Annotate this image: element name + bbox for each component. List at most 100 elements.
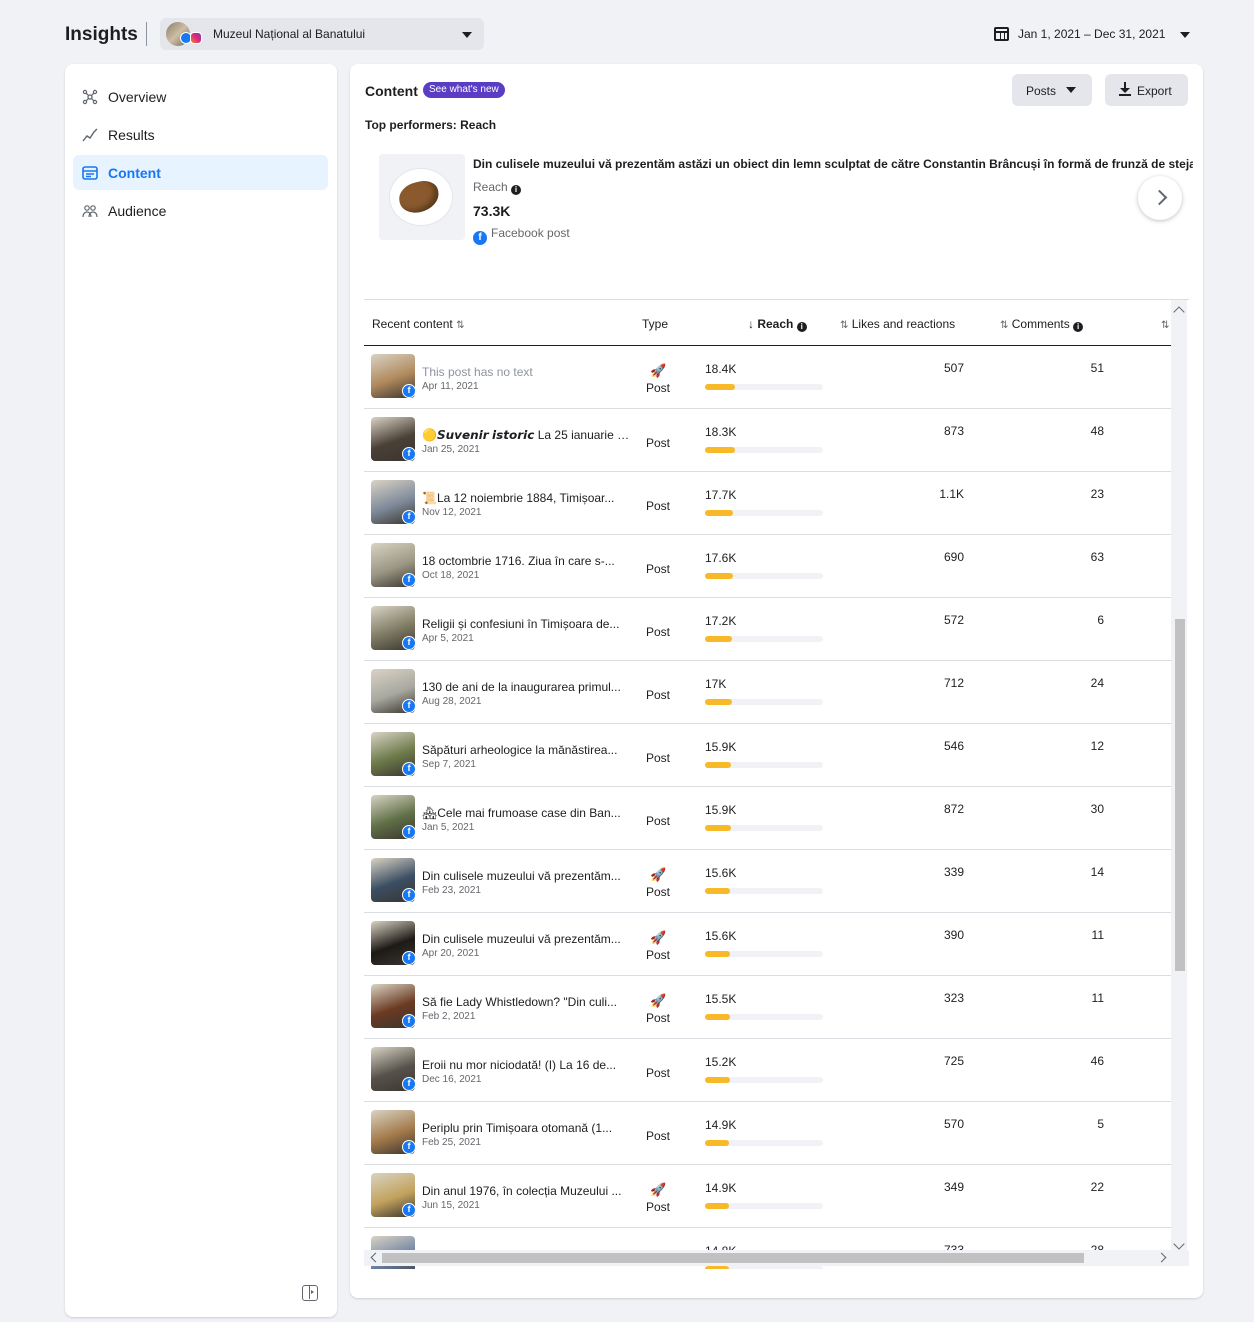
boost-icon: 🚀	[650, 867, 667, 882]
post-title[interactable]: Religii și confesiuni în Timișoara de...	[422, 617, 630, 631]
scroll-down-icon[interactable]	[1173, 1238, 1185, 1250]
post-title[interactable]: 18 octombrie 1716. Ziua în care s-...	[422, 554, 630, 568]
reach-bar	[705, 762, 823, 768]
likes-value: 323	[943, 991, 964, 1005]
likes-value: 572	[943, 613, 964, 627]
top-post-thumbnail[interactable]	[379, 154, 465, 240]
post-title[interactable]: 🏘Cele mai frumoase case din Ban...	[422, 806, 630, 820]
column-reach[interactable]: ↓ Reach i	[748, 317, 807, 332]
export-button[interactable]: Export	[1105, 74, 1188, 106]
info-icon[interactable]: i	[796, 322, 807, 332]
table-row[interactable]: f Din culisele muzeului vă prezentăm... Fe…	[364, 850, 1172, 913]
comments-value: 6	[1097, 613, 1104, 627]
post-date: Nov 12, 2021	[422, 507, 482, 518]
comments-value: 24	[1090, 676, 1104, 690]
table-row[interactable]: f Eroii nu mor niciodată! (I) La 16 de...…	[364, 1039, 1172, 1102]
comments-value: 30	[1090, 802, 1104, 816]
collapse-sidebar-icon[interactable]	[302, 1285, 318, 1301]
scroll-right-icon[interactable]	[1156, 1252, 1167, 1263]
post-date: Jan 5, 2021	[422, 822, 475, 833]
table-row[interactable]: f 📜La 12 noiembrie 1884, Timișoar... Nov 1…	[364, 472, 1172, 535]
table-row[interactable]: f Săpături arheologice la mănăstirea... Se…	[364, 724, 1172, 787]
likes-value: 546	[943, 739, 964, 753]
likes-value: 1.1K	[939, 487, 964, 501]
post-title[interactable]: Eroii nu mor niciodată! (I) La 16 de...	[422, 1058, 630, 1072]
table-row[interactable]: f 130 de ani de la inaugurarea primul... A…	[364, 661, 1172, 724]
info-icon[interactable]: i	[511, 185, 522, 195]
reach-bar-fill	[705, 1140, 729, 1146]
table-row[interactable]: f This post has no text Apr 11, 2021 🚀 Post 1…	[364, 346, 1172, 409]
sidebar-item-label: Content	[108, 165, 161, 181]
reach-bar	[705, 573, 823, 579]
likes-value: 570	[943, 1117, 964, 1131]
facebook-icon: f	[402, 699, 416, 713]
carousel-next-button[interactable]	[1138, 176, 1182, 220]
post-title[interactable]: 🟡𝙎𝙪𝙫𝙚𝙣𝙞𝙧 𝙞𝙨𝙩𝙤𝙧𝙞𝙘 La 25 ianuarie 1...	[422, 428, 630, 442]
scrollbar-thumb[interactable]	[1175, 619, 1185, 971]
post-date: Feb 23, 2021	[422, 885, 481, 896]
post-title[interactable]: Periplu prin Timișoara otomană (1...	[422, 1121, 630, 1135]
page-name: Muzeul Național al Banatului	[213, 27, 366, 41]
table-row[interactable]: f Să fie Lady Whistledown? "Din culi... Fe…	[364, 976, 1172, 1039]
column-comments[interactable]: ⇅ Comments i	[1000, 317, 1084, 332]
facebook-icon: f	[402, 1140, 416, 1154]
reach-value: 14.9K	[705, 1118, 737, 1132]
post-title[interactable]: 130 de ani de la inaugurarea primul...	[422, 680, 630, 694]
post-title[interactable]: This post has no text	[422, 365, 630, 379]
column-likes[interactable]: ⇅ Likes and reactions	[840, 317, 955, 331]
column-more[interactable]: ⇅	[1161, 317, 1169, 331]
table-row[interactable]: f 🟡𝙎𝙪𝙫𝙚𝙣𝙞𝙧 𝙞𝙨𝙩𝙤𝙧𝙞𝙘 La 25 ianuarie 1... Jan…	[364, 409, 1172, 472]
reach-bar	[705, 1203, 823, 1209]
post-title[interactable]: Din culisele muzeului vă prezentăm...	[422, 932, 630, 946]
table-row[interactable]: f 18 octombrie 1716. Ziua în care s-... Oc…	[364, 535, 1172, 598]
reach-bar-fill	[705, 699, 732, 705]
likes-value: 349	[943, 1180, 964, 1194]
comments-value: 5	[1097, 1117, 1104, 1131]
download-icon	[1119, 82, 1131, 96]
comments-value: 22	[1090, 1180, 1104, 1194]
reach-bar	[705, 510, 823, 516]
sidebar-item-audience[interactable]: Audience	[73, 193, 328, 228]
posts-filter-button[interactable]: Posts	[1012, 74, 1092, 106]
sidebar-item-overview[interactable]: Overview	[73, 79, 328, 114]
sidebar-item-label: Overview	[108, 89, 167, 105]
sidebar-item-content[interactable]: Content	[73, 155, 328, 190]
column-label: Likes and reactions	[851, 317, 956, 331]
likes-value: 725	[943, 1054, 964, 1068]
export-button-label: Export	[1137, 84, 1172, 98]
sort-icon: ⇅	[1000, 320, 1009, 331]
column-recent-content[interactable]: Recent content ⇅	[372, 317, 464, 331]
post-title[interactable]: Din anul 1976, în colecția Muzeului ...	[422, 1184, 630, 1198]
table-row[interactable]: f Din culisele muzeului vă prezentăm... Ap…	[364, 913, 1172, 976]
sidebar-item-results[interactable]: Results	[73, 117, 328, 152]
scroll-left-icon[interactable]	[370, 1252, 381, 1263]
whats-new-badge[interactable]: See what's new	[423, 82, 505, 98]
post-title[interactable]: Săpături arheologice la mănăstirea...	[422, 743, 630, 757]
vertical-scrollbar[interactable]	[1171, 300, 1187, 1254]
calendar-icon	[994, 27, 1009, 41]
column-label: Comments	[1011, 317, 1070, 331]
post-title[interactable]: Din culisele muzeului vă prezentăm...	[422, 869, 630, 883]
reach-value: 15.9K	[705, 803, 737, 817]
post-title[interactable]: 📜La 12 noiembrie 1884, Timișoar...	[422, 491, 630, 505]
table-row[interactable]: f 🏘Cele mai frumoase case din Ban... Jan 5…	[364, 787, 1172, 850]
post-title[interactable]: Să fie Lady Whistledown? "Din culi...	[422, 995, 630, 1009]
page-selector[interactable]: Muzeul Național al Banatului	[160, 18, 484, 50]
column-label: Reach	[757, 317, 794, 331]
scrollbar-thumb[interactable]	[382, 1253, 1084, 1263]
horizontal-scrollbar[interactable]	[364, 1250, 1189, 1266]
boost-icon: 🚀	[650, 1182, 667, 1197]
info-icon[interactable]: i	[1073, 322, 1084, 332]
likes-value: 872	[943, 802, 964, 816]
top-post-text[interactable]: Din culisele muzeului vă prezentăm astăz…	[473, 157, 1193, 171]
facebook-icon: f	[402, 1077, 416, 1091]
post-date: Jan 25, 2021	[422, 444, 480, 455]
table-row[interactable]: f Periplu prin Timișoara otomană (1... Feb…	[364, 1102, 1172, 1165]
table-row[interactable]: f Din anul 1976, în colecția Muzeului ...…	[364, 1165, 1172, 1228]
reach-bar	[705, 951, 823, 957]
table-row[interactable]: f Religii și confesiuni în Timișoara de..…	[364, 598, 1172, 661]
top-post-metric: Reach i	[473, 180, 522, 195]
chevron-down-icon	[462, 32, 472, 38]
scroll-up-icon[interactable]	[1173, 306, 1185, 318]
reach-value: 17.6K	[705, 551, 737, 565]
